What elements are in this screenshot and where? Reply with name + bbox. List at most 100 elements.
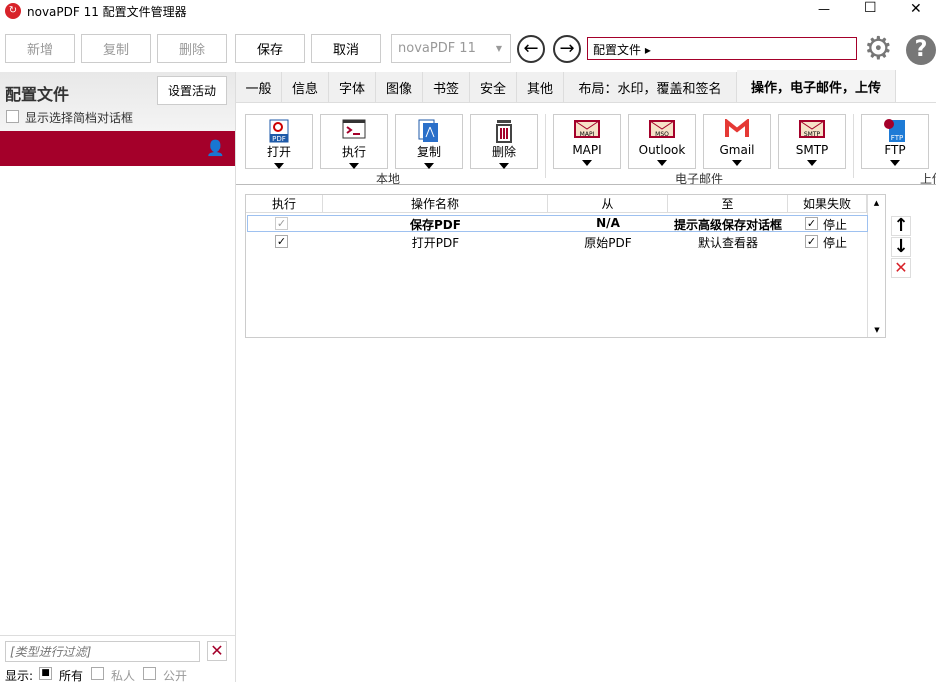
forward-arrow-icon[interactable]: →: [553, 35, 581, 63]
filter-input[interactable]: [5, 641, 200, 662]
tab-general[interactable]: 一般: [236, 72, 282, 102]
back-arrow-icon[interactable]: ←: [517, 35, 545, 63]
delete-action-button[interactable]: 删除: [470, 114, 538, 169]
copy-action-button[interactable]: 复制: [395, 114, 463, 169]
col-header-name[interactable]: 操作名称: [323, 195, 548, 212]
ftp-label: FTP: [884, 143, 906, 157]
gmail-label: Gmail: [719, 143, 755, 157]
save-button[interactable]: 保存: [235, 34, 305, 63]
fail-checkbox[interactable]: ✓: [805, 217, 818, 230]
help-icon[interactable]: ?: [906, 35, 936, 65]
header-divider: [246, 212, 867, 213]
clear-filter-icon[interactable]: ✕: [207, 641, 227, 661]
chevron-down-icon: ▼: [495, 44, 502, 53]
col-header-to[interactable]: 至: [668, 195, 788, 212]
action-from: 原始PDF: [584, 236, 632, 250]
action-name: 保存PDF: [410, 218, 461, 232]
show-private-checkbox[interactable]: [91, 667, 104, 680]
tab-info[interactable]: 信息: [282, 72, 329, 102]
profiles-title: 配置文件: [5, 85, 70, 104]
action-name: 打开PDF: [411, 236, 460, 250]
ftp-icon: FTP: [884, 119, 905, 142]
mapi-button[interactable]: MAPI MAPI: [553, 114, 621, 169]
profile-item-selected[interactable]: 👤: [0, 131, 235, 166]
gmail-icon: [725, 119, 749, 137]
execute-label: 执行: [341, 145, 366, 159]
smtp-label: SMTP: [795, 143, 829, 157]
tab-divider: [236, 102, 936, 103]
copy-button[interactable]: 复制: [81, 34, 151, 63]
window-title: novaPDF 11 配置文件管理器: [27, 5, 187, 19]
fail-action: 停止: [823, 236, 848, 250]
ftp-button[interactable]: FTP FTP: [861, 114, 929, 169]
gmail-button[interactable]: Gmail: [703, 114, 771, 169]
app-logo-icon: ↻: [5, 3, 21, 19]
tab-security[interactable]: 安全: [470, 72, 517, 102]
smtp-mail-icon: SMTP: [799, 120, 825, 138]
open-pdf-icon: PDF: [269, 119, 289, 143]
col-header-fail[interactable]: 如果失败: [788, 195, 867, 212]
svg-text:SMTP: SMTP: [804, 131, 821, 138]
show-all-checkbox[interactable]: ■: [39, 667, 52, 680]
minimize-button[interactable]: —: [818, 2, 830, 16]
printer-select[interactable]: novaPDF 11 ▼: [391, 34, 511, 63]
delete-label: 删除: [491, 145, 516, 159]
mapi-label: MAPI: [572, 143, 602, 157]
show-all-label: 所有: [59, 669, 84, 683]
scrollbar[interactable]: ▲ ▼: [867, 195, 885, 337]
move-down-icon[interactable]: ↓: [891, 237, 911, 257]
action-to: 提示高级保存对话框: [673, 218, 782, 232]
divider: [0, 635, 235, 636]
svg-text:MAPI: MAPI: [580, 131, 595, 138]
smtp-button[interactable]: SMTP SMTP: [778, 114, 846, 169]
col-header-from[interactable]: 从: [548, 195, 668, 212]
tab-layout[interactable]: 布局：水印，覆盖和签名: [564, 72, 737, 102]
show-public-label: 公开: [163, 669, 188, 683]
user-icon: 👤: [206, 139, 225, 157]
tab-bookmarks[interactable]: 书签: [423, 72, 470, 102]
scroll-up-icon[interactable]: ▲: [868, 199, 885, 207]
copy-label: 复制: [416, 145, 441, 159]
open-button[interactable]: PDF 打开: [245, 114, 313, 169]
tab-other[interactable]: 其他: [517, 72, 564, 102]
delete-button[interactable]: 删除: [157, 34, 227, 63]
tab-fonts[interactable]: 字体: [329, 72, 376, 102]
close-button[interactable]: ✕: [910, 1, 922, 17]
breadcrumb[interactable]: 配置文件 ▸: [587, 37, 857, 60]
remove-action-icon[interactable]: ✕: [891, 258, 911, 278]
outlook-mail-icon: MSO: [649, 120, 675, 138]
show-dialog-label: 显示选择简档对话框: [25, 111, 134, 125]
show-label: 显示:: [5, 669, 34, 683]
move-up-icon[interactable]: ↑: [891, 216, 911, 236]
terminal-icon: [342, 119, 366, 139]
set-active-button[interactable]: 设置活动: [157, 76, 227, 105]
scroll-down-icon[interactable]: ▼: [868, 326, 886, 334]
printer-value: novaPDF 11: [398, 41, 476, 56]
action-to: 默认查看器: [697, 236, 758, 250]
execute-button[interactable]: 执行: [320, 114, 388, 169]
fail-action: 停止: [823, 218, 848, 232]
tab-images[interactable]: 图像: [376, 72, 423, 102]
new-button[interactable]: 新增: [5, 34, 75, 63]
outlook-label: Outlook: [638, 143, 686, 157]
mapi-mail-icon: MAPI: [574, 120, 600, 138]
cancel-button[interactable]: 取消: [311, 34, 381, 63]
group-divider: [853, 114, 854, 178]
show-private-label: 私人: [111, 669, 136, 683]
outlook-button[interactable]: MSO Outlook: [628, 114, 696, 169]
svg-text:PDF: PDF: [272, 135, 286, 143]
copy-pdf-icon: [418, 119, 438, 142]
ribbon-divider: [236, 184, 936, 185]
svg-text:MSO: MSO: [655, 131, 669, 138]
col-header-exec[interactable]: 执行: [246, 195, 323, 212]
show-public-checkbox[interactable]: [143, 667, 156, 680]
gear-icon[interactable]: ⚙: [864, 30, 893, 66]
fail-checkbox[interactable]: ✓: [805, 235, 818, 248]
svg-text:FTP: FTP: [891, 134, 903, 142]
open-label: 打开: [266, 145, 291, 159]
maximize-button[interactable]: ☐: [864, 0, 877, 16]
tab-actions[interactable]: 操作，电子邮件，上传: [737, 70, 896, 102]
exec-checkbox[interactable]: ✓: [275, 235, 288, 248]
exec-checkbox[interactable]: ✓: [275, 217, 288, 230]
show-dialog-checkbox[interactable]: [6, 110, 19, 123]
